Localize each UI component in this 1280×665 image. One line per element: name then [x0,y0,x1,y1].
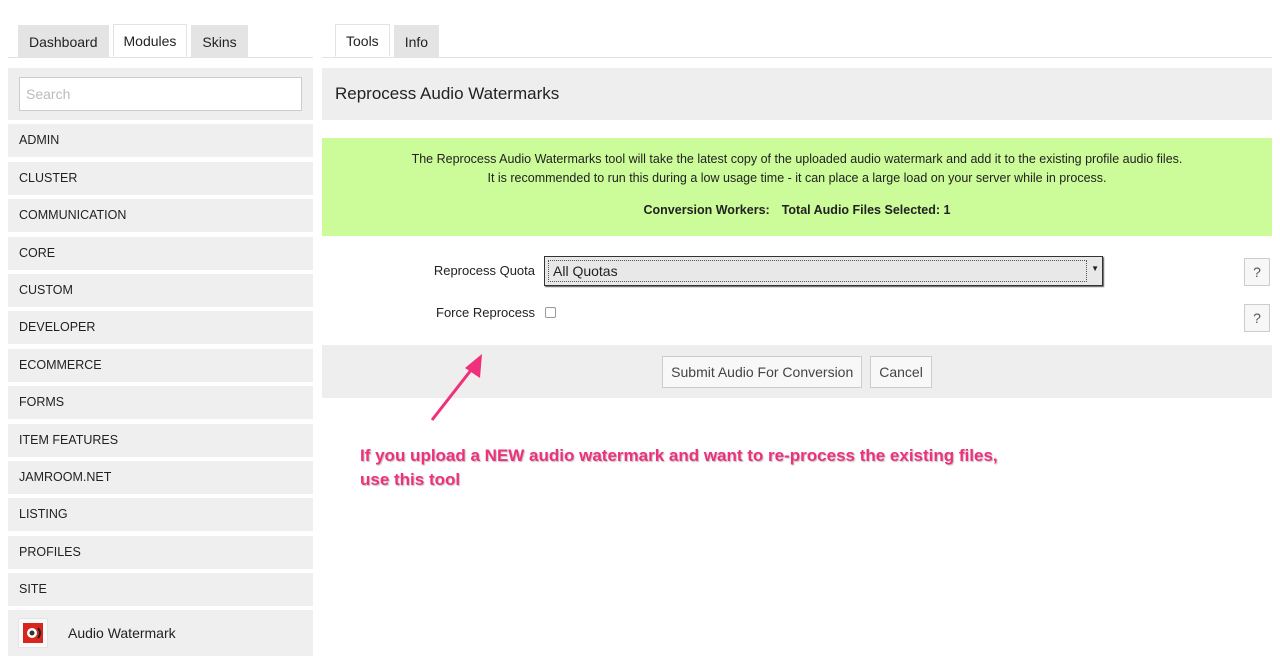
sidebar-item-communication[interactable]: COMMUNICATION [8,199,313,233]
info-notice: The Reprocess Audio Watermarks tool will… [322,138,1272,236]
dropdown-arrow-icon: ▼ [1091,264,1099,273]
main-panel: Reprocess Audio Watermarks The Reprocess… [322,68,1272,398]
notice-line-2: It is recommended to run this during a l… [487,171,1107,185]
module-label: Audio Watermark [68,625,176,642]
quota-label: Reprocess Quota [433,263,535,278]
force-reprocess-checkbox[interactable] [545,307,556,318]
divider [322,57,1272,58]
sidebar-module-audio-watermark[interactable]: Audio Watermark [8,610,313,657]
tab-skins[interactable]: Skins [191,25,248,57]
sidebar-item-profiles[interactable]: PROFILES [8,535,313,569]
tab-modules[interactable]: Modules [112,24,188,57]
sidebar-item-forms[interactable]: FORMS [8,386,313,420]
audio-watermark-icon [18,618,48,649]
sidebar-item-item-features[interactable]: ITEM FEATURES [8,423,313,457]
submit-button[interactable]: Submit Audio For Conversion [662,355,863,388]
quota-select[interactable]: All Quotas ▼ [544,256,1103,286]
annotation-arrow-icon [430,354,482,421]
sidebar-item-admin[interactable]: ADMIN [8,124,313,158]
sidebar-item-ecommerce[interactable]: ECOMMERCE [8,348,313,382]
search-input[interactable] [19,77,302,111]
module-tabs: Dashboard Modules Skins [18,24,248,57]
divider [8,57,313,58]
annotation-text: If you upload a NEW audio watermark and … [360,446,998,489]
search-panel [8,68,313,120]
cancel-button[interactable]: Cancel [870,355,932,388]
conversion-workers: Conversion Workers: [643,203,770,217]
force-label: Force Reprocess [436,305,535,320]
page-title: Reprocess Audio Watermarks [322,68,1272,120]
sidebar-item-listing[interactable]: LISTING [8,498,313,532]
notice-line-1: The Reprocess Audio Watermarks tool will… [411,152,1183,166]
total-files: Total Audio Files Selected: 1 [781,203,951,217]
sidebar-item-developer[interactable]: DEVELOPER [8,311,313,345]
sidebar-item-cluster[interactable]: CLUSTER [8,161,313,195]
tab-info[interactable]: Info [393,25,440,57]
sidebar: ADMINCLUSTER COMMUNICATIONCORECUSTOM DEVEL… [8,68,313,657]
sidebar-item-site[interactable]: SITE [8,573,313,607]
quota-help-button[interactable]: ? [1244,258,1270,286]
sidebar-item-core[interactable]: CORE [8,236,313,270]
force-help-button[interactable]: ? [1244,304,1270,332]
quota-value: All Quotas [548,260,1087,282]
tool-tabs: Tools Info [335,24,440,57]
tab-dashboard[interactable]: Dashboard [18,25,109,57]
tab-tools[interactable]: Tools [335,24,390,57]
sidebar-item-jamroom-net[interactable]: JAMROOM.NET [8,460,313,494]
sidebar-item-custom[interactable]: CUSTOM [8,273,313,307]
